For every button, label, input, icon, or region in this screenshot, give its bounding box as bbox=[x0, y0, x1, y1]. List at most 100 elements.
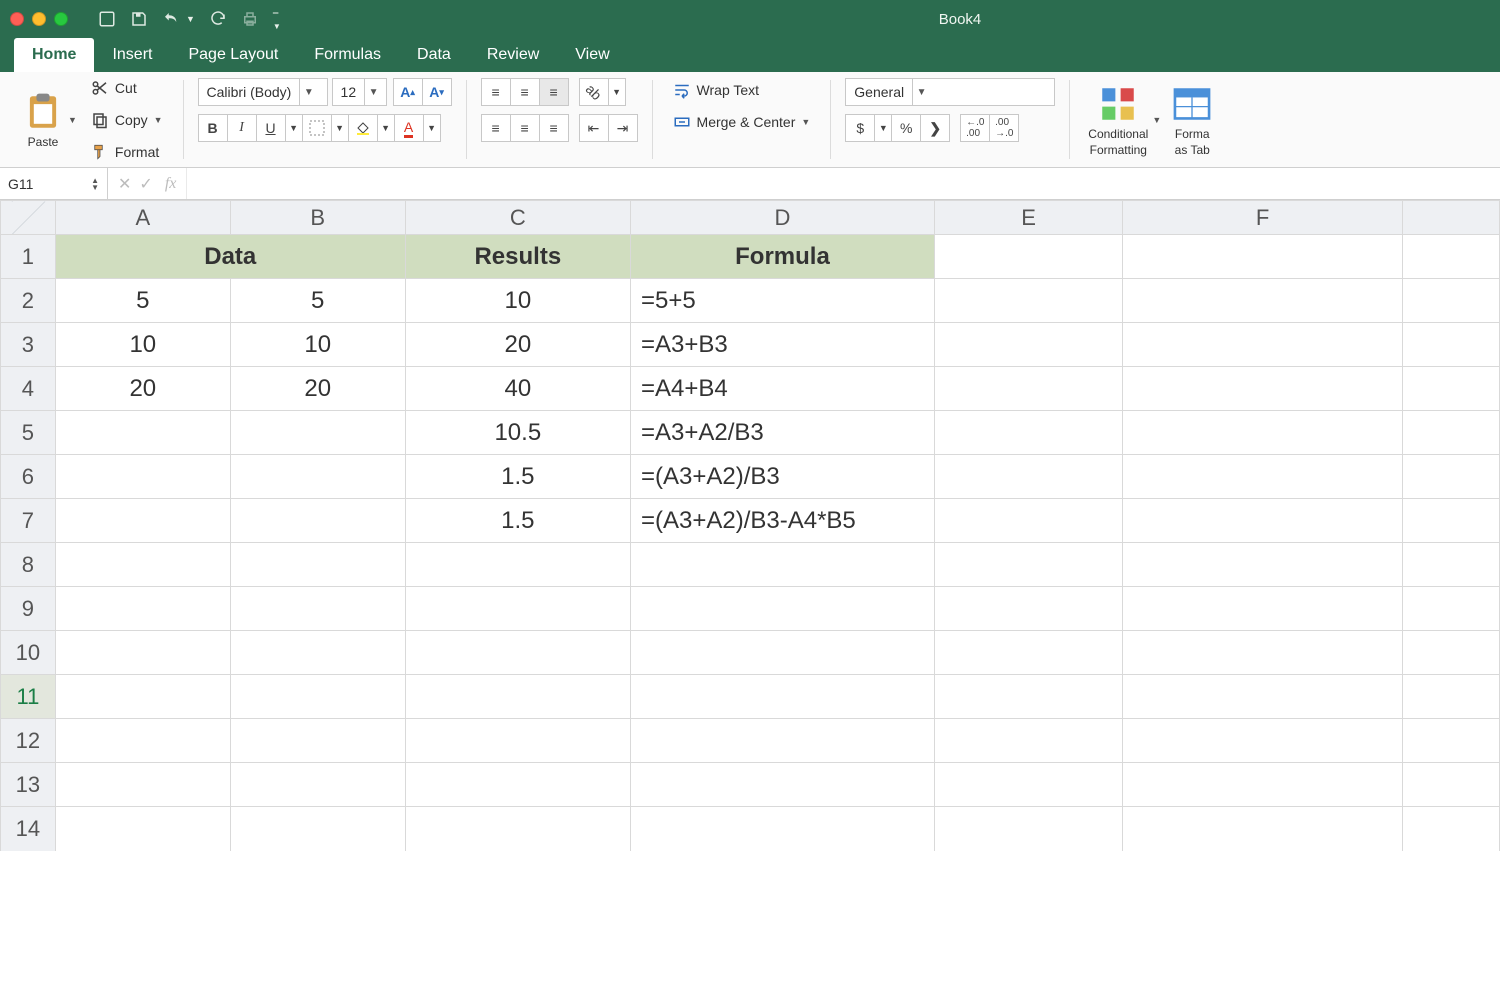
cell-G2[interactable] bbox=[1402, 279, 1499, 323]
cell-F8[interactable] bbox=[1123, 543, 1403, 587]
cell-E9[interactable] bbox=[934, 587, 1122, 631]
cell-D10[interactable] bbox=[630, 631, 934, 675]
wrap-text-button[interactable]: Wrap Text bbox=[667, 78, 817, 102]
align-center-button[interactable]: ≡ bbox=[510, 114, 540, 142]
cell-G10[interactable] bbox=[1402, 631, 1499, 675]
font-family-select[interactable]: Calibri (Body)▼ bbox=[198, 78, 328, 106]
row-header-4[interactable]: 4 bbox=[1, 367, 56, 411]
cell-B6[interactable] bbox=[230, 455, 405, 499]
align-middle-button[interactable]: ≡ bbox=[510, 78, 540, 106]
spreadsheet-grid[interactable]: A B C D E F 1 Data Results Formula 25510… bbox=[0, 200, 1500, 999]
row-header-9[interactable]: 9 bbox=[1, 587, 56, 631]
cell-G1[interactable] bbox=[1402, 235, 1499, 279]
cell-C12[interactable] bbox=[405, 719, 630, 763]
row-header-5[interactable]: 5 bbox=[1, 411, 56, 455]
col-header-D[interactable]: D bbox=[630, 201, 934, 235]
cell-C5[interactable]: 10.5 bbox=[405, 411, 630, 455]
enter-formula-icon[interactable]: ✓ bbox=[139, 174, 152, 194]
cell-B5[interactable] bbox=[230, 411, 405, 455]
cell-G3[interactable] bbox=[1402, 323, 1499, 367]
paste-dropdown-arrow[interactable]: ▼ bbox=[68, 115, 77, 125]
cell-C2[interactable]: 10 bbox=[405, 279, 630, 323]
tab-insert[interactable]: Insert bbox=[94, 38, 170, 72]
autosave-icon[interactable] bbox=[98, 10, 116, 28]
tab-view[interactable]: View bbox=[557, 38, 627, 72]
row-header-10[interactable]: 10 bbox=[1, 631, 56, 675]
cell-G14[interactable] bbox=[1402, 807, 1499, 851]
cell-C8[interactable] bbox=[405, 543, 630, 587]
comma-button[interactable]: ❯ bbox=[920, 114, 950, 142]
cell-B3[interactable]: 10 bbox=[230, 323, 405, 367]
cell-A3[interactable]: 10 bbox=[55, 323, 230, 367]
cell-D2[interactable]: =5+5 bbox=[630, 279, 934, 323]
row-header-1[interactable]: 1 bbox=[1, 235, 56, 279]
cell-E7[interactable] bbox=[934, 499, 1122, 543]
row-header-12[interactable]: 12 bbox=[1, 719, 56, 763]
cell-C13[interactable] bbox=[405, 763, 630, 807]
italic-button[interactable]: I bbox=[227, 114, 257, 142]
row-header-14[interactable]: 14 bbox=[1, 807, 56, 851]
cell-C7[interactable]: 1.5 bbox=[405, 499, 630, 543]
borders-dropdown[interactable]: ▼ bbox=[331, 114, 349, 142]
cell-F14[interactable] bbox=[1123, 807, 1403, 851]
redo-icon[interactable] bbox=[209, 10, 227, 28]
cell-E10[interactable] bbox=[934, 631, 1122, 675]
cell-D1[interactable]: Formula bbox=[630, 235, 934, 279]
qat-customize-icon[interactable]: ⎯▼ bbox=[273, 7, 281, 32]
cell-C6[interactable]: 1.5 bbox=[405, 455, 630, 499]
row-header-8[interactable]: 8 bbox=[1, 543, 56, 587]
decrease-font-button[interactable]: A▾ bbox=[422, 78, 452, 106]
copy-button[interactable]: Copy ▼ bbox=[85, 108, 169, 132]
cancel-formula-icon[interactable]: ✕ bbox=[118, 174, 131, 194]
cell-F7[interactable] bbox=[1123, 499, 1403, 543]
cell-A12[interactable] bbox=[55, 719, 230, 763]
cell-C9[interactable] bbox=[405, 587, 630, 631]
cell-D12[interactable] bbox=[630, 719, 934, 763]
cell-F11[interactable] bbox=[1123, 675, 1403, 719]
col-header-G[interactable] bbox=[1402, 201, 1499, 235]
cell-F3[interactable] bbox=[1123, 323, 1403, 367]
cell-D9[interactable] bbox=[630, 587, 934, 631]
cell-C1[interactable]: Results bbox=[405, 235, 630, 279]
tab-formulas[interactable]: Formulas bbox=[296, 38, 399, 72]
cell-G4[interactable] bbox=[1402, 367, 1499, 411]
col-header-E[interactable]: E bbox=[934, 201, 1122, 235]
cell-B2[interactable]: 5 bbox=[230, 279, 405, 323]
cell-B13[interactable] bbox=[230, 763, 405, 807]
cell-E6[interactable] bbox=[934, 455, 1122, 499]
decrease-decimal-button[interactable]: .00→.0 bbox=[989, 114, 1019, 142]
increase-font-button[interactable]: A▴ bbox=[393, 78, 423, 106]
cell-D14[interactable] bbox=[630, 807, 934, 851]
underline-dropdown[interactable]: ▼ bbox=[285, 114, 303, 142]
cell-D6[interactable]: =(A3+A2)/B3 bbox=[630, 455, 934, 499]
save-icon[interactable] bbox=[130, 10, 148, 28]
borders-button[interactable] bbox=[302, 114, 332, 142]
cell-A13[interactable] bbox=[55, 763, 230, 807]
cell-G11[interactable] bbox=[1402, 675, 1499, 719]
cell-G8[interactable] bbox=[1402, 543, 1499, 587]
col-header-A[interactable]: A bbox=[55, 201, 230, 235]
align-top-button[interactable]: ≡ bbox=[481, 78, 511, 106]
row-header-11[interactable]: 11 bbox=[1, 675, 56, 719]
tab-home[interactable]: Home bbox=[14, 38, 94, 72]
cell-E1[interactable] bbox=[934, 235, 1122, 279]
row-header-6[interactable]: 6 bbox=[1, 455, 56, 499]
align-right-button[interactable]: ≡ bbox=[539, 114, 569, 142]
fill-color-dropdown[interactable]: ▼ bbox=[377, 114, 395, 142]
row-header-7[interactable]: 7 bbox=[1, 499, 56, 543]
cond-fmt-dropdown[interactable]: ▼ bbox=[1152, 115, 1161, 125]
format-as-table-button[interactable]: Formaas Tab bbox=[1167, 78, 1217, 161]
cell-D3[interactable]: =A3+B3 bbox=[630, 323, 934, 367]
cell-B11[interactable] bbox=[230, 675, 405, 719]
cell-C3[interactable]: 20 bbox=[405, 323, 630, 367]
cell-E11[interactable] bbox=[934, 675, 1122, 719]
cell-A7[interactable] bbox=[55, 499, 230, 543]
zoom-window-button[interactable] bbox=[54, 12, 68, 26]
font-color-dropdown[interactable]: ▼ bbox=[423, 114, 441, 142]
col-header-C[interactable]: C bbox=[405, 201, 630, 235]
cell-B4[interactable]: 20 bbox=[230, 367, 405, 411]
cell-B14[interactable] bbox=[230, 807, 405, 851]
cell-D11[interactable] bbox=[630, 675, 934, 719]
cell-D7[interactable]: =(A3+A2)/B3-A4*B5 bbox=[630, 499, 934, 543]
percent-button[interactable]: % bbox=[891, 114, 921, 142]
